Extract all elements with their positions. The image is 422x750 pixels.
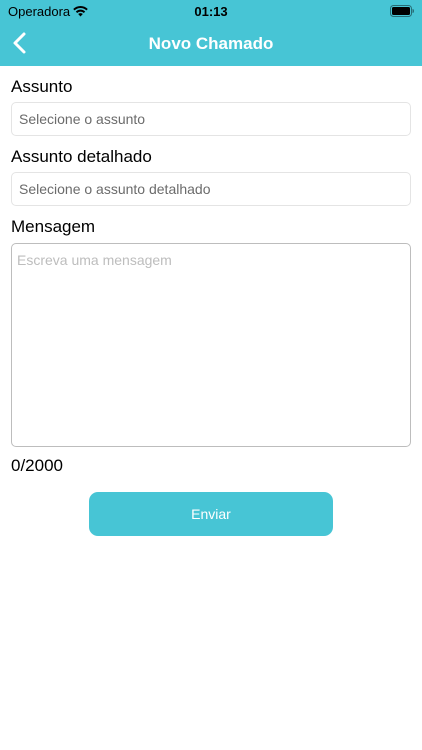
send-button[interactable]: Enviar (89, 492, 333, 536)
status-bar: Operadora 01:13 (0, 0, 422, 22)
screen: Operadora 01:13 Novo Chamado Assunto Sel… (0, 0, 422, 750)
battery-icon (390, 5, 414, 17)
subject-select[interactable]: Selecione o assunto (11, 102, 411, 136)
character-counter: 0/2000 (11, 456, 63, 475)
subject-label: Assunto (11, 77, 73, 96)
message-input[interactable] (12, 244, 410, 446)
status-time: 01:13 (194, 4, 228, 19)
message-field[interactable] (11, 243, 411, 447)
subject-placeholder: Selecione o assunto (19, 111, 146, 127)
header: Operadora 01:13 Novo Chamado (0, 0, 422, 66)
page-title: Novo Chamado (148, 34, 274, 53)
detail-placeholder: Selecione o assunto detalhado (19, 181, 211, 197)
detail-select[interactable]: Selecione o assunto detalhado (11, 172, 411, 206)
navigation-bar: Novo Chamado (0, 22, 422, 66)
detail-label: Assunto detalhado (11, 147, 152, 166)
message-label: Mensagem (11, 217, 96, 236)
ticket-form: Assunto Selecione o assunto Assunto deta… (0, 77, 422, 536)
